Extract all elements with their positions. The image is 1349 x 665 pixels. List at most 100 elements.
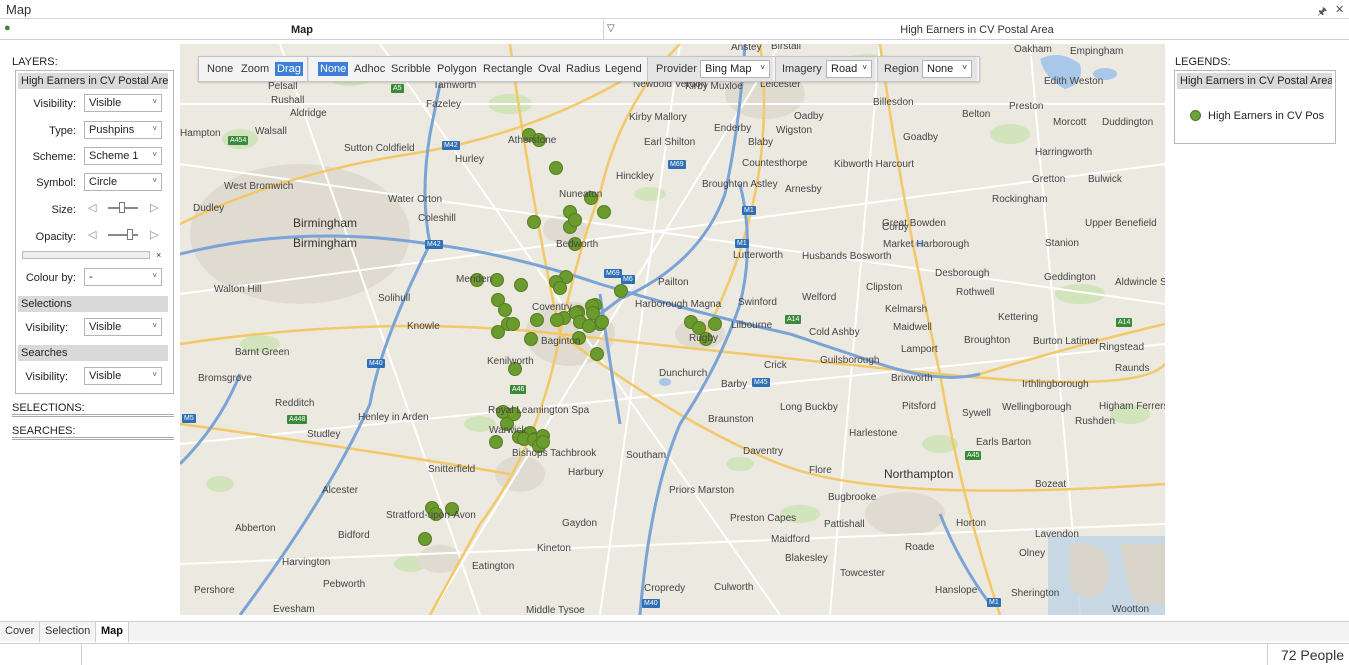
place-label: Guilsborough bbox=[820, 355, 880, 366]
selections-divider bbox=[12, 414, 174, 417]
place-label: Flore bbox=[809, 465, 832, 476]
pushpin-marker[interactable] bbox=[582, 319, 596, 333]
road-shield: M42 bbox=[442, 141, 460, 150]
draw-oval-button[interactable]: Oval bbox=[536, 62, 563, 76]
road-shield: M69 bbox=[668, 160, 686, 169]
place-label: Arnesby bbox=[785, 184, 822, 195]
place-label: Rugby bbox=[689, 333, 718, 344]
pushpin-marker[interactable] bbox=[595, 315, 609, 329]
scheme-dropdown[interactable]: Scheme 1 ˅ bbox=[84, 147, 162, 165]
place-label: Pershore bbox=[194, 585, 235, 596]
pushpin-marker[interactable] bbox=[530, 313, 544, 327]
place-label: Dudley bbox=[193, 203, 225, 214]
clear-icon[interactable]: × bbox=[156, 250, 161, 260]
pushpin-marker[interactable] bbox=[708, 317, 722, 331]
place-label: Anstey bbox=[731, 44, 762, 53]
type-dropdown[interactable]: Pushpins ˅ bbox=[84, 121, 162, 139]
nav-none-button[interactable]: None bbox=[205, 62, 235, 76]
place-label: Coleshill bbox=[418, 213, 456, 224]
pushpin-marker[interactable] bbox=[514, 278, 528, 292]
provider-group: Provider Bing Map ˅ bbox=[647, 57, 773, 81]
draw-polygon-button[interactable]: Polygon bbox=[435, 62, 479, 76]
size-decrease-icon[interactable]: ◁ bbox=[88, 201, 96, 214]
place-label: Bulwick bbox=[1088, 174, 1122, 185]
pushpin-marker[interactable] bbox=[418, 532, 432, 546]
pushpin-marker[interactable] bbox=[527, 215, 541, 229]
pushpin-marker[interactable] bbox=[490, 273, 504, 287]
pushpin-marker[interactable] bbox=[489, 435, 503, 449]
place-label: Burton Latimer bbox=[1033, 336, 1099, 347]
size-increase-icon[interactable]: ▷ bbox=[150, 201, 158, 214]
selections-visibility-dropdown[interactable]: Visible ˅ bbox=[84, 318, 162, 336]
size-slider-thumb[interactable] bbox=[119, 202, 125, 213]
pushpin-marker[interactable] bbox=[536, 435, 550, 449]
pushpin-marker[interactable] bbox=[568, 213, 582, 227]
pushpin-marker[interactable] bbox=[491, 325, 505, 339]
searches-visibility-label: Visibility: bbox=[25, 371, 68, 383]
pushpin-marker[interactable] bbox=[553, 281, 567, 295]
map-toolbar: None Zoom Drag None Adhoc Scribble Polyg… bbox=[198, 56, 980, 82]
draw-radius-button[interactable]: Radius bbox=[564, 62, 602, 76]
searches-header[interactable]: Searches bbox=[18, 345, 168, 361]
draw-legend-button[interactable]: Legend bbox=[603, 62, 644, 76]
place-label: Enderby bbox=[714, 123, 752, 134]
tab-map[interactable]: Map bbox=[96, 622, 129, 642]
place-label: Kirby Mallory bbox=[629, 112, 687, 123]
sheet-tab-bar: Cover Selection Map bbox=[0, 621, 1349, 642]
place-label: Preston Capes bbox=[730, 513, 797, 524]
road-shield: M5 bbox=[182, 414, 196, 423]
pushpin-marker[interactable] bbox=[597, 205, 611, 219]
imagery-dropdown[interactable]: Road ˅ bbox=[826, 60, 872, 78]
tab-cover[interactable]: Cover bbox=[0, 622, 41, 642]
colour-by-dropdown[interactable]: - ˅ bbox=[84, 268, 162, 286]
symbol-dropdown[interactable]: Circle ˅ bbox=[84, 173, 162, 191]
place-label: Kineton bbox=[537, 543, 571, 554]
pushpin-marker[interactable] bbox=[550, 313, 564, 327]
place-label: Redditch bbox=[275, 398, 315, 409]
draw-scribble-button[interactable]: Scribble bbox=[389, 62, 433, 76]
map-canvas[interactable]: Birmingham Birmingham Coventry Rugby Nun… bbox=[180, 44, 1165, 615]
place-label: Sherington bbox=[1011, 588, 1060, 599]
pushpin-marker[interactable] bbox=[549, 161, 563, 175]
selections-header[interactable]: Selections bbox=[18, 296, 168, 312]
place-label: Olney bbox=[1019, 548, 1046, 559]
pushpin-marker[interactable] bbox=[524, 332, 538, 346]
opacity-slider-thumb[interactable] bbox=[127, 229, 133, 240]
searches-visibility-dropdown[interactable]: Visible ˅ bbox=[84, 367, 162, 385]
pushpin-marker[interactable] bbox=[506, 317, 520, 331]
layer-name-header[interactable]: High Earners in CV Postal Area bbox=[18, 73, 168, 89]
draw-none-button[interactable]: None bbox=[318, 62, 349, 76]
legends-title: LEGENDS: bbox=[1175, 56, 1231, 68]
draw-rectangle-button[interactable]: Rectangle bbox=[481, 62, 535, 76]
place-label: Empingham bbox=[1070, 46, 1124, 57]
close-icon[interactable]: ✕ bbox=[1335, 3, 1344, 16]
opacity-decrease-icon[interactable]: ◁ bbox=[88, 228, 96, 241]
place-label: Goadby bbox=[903, 132, 939, 143]
selections-title: SELECTIONS: bbox=[12, 402, 85, 414]
place-label: Earls Barton bbox=[976, 437, 1032, 448]
place-label: Oakham bbox=[1014, 44, 1052, 55]
pushpin-marker[interactable] bbox=[590, 347, 604, 361]
road-shield: M6 bbox=[621, 275, 635, 284]
opacity-increase-icon[interactable]: ▷ bbox=[150, 228, 158, 241]
provider-dropdown[interactable]: Bing Map ˅ bbox=[700, 60, 770, 78]
map-pane-header[interactable]: ● Map bbox=[0, 20, 604, 40]
layer-pane-title: High Earners in CV Postal Area bbox=[900, 24, 1054, 36]
status-bar: 72 People bbox=[0, 643, 1349, 665]
draw-adhoc-button[interactable]: Adhoc bbox=[352, 62, 387, 76]
chevron-down-icon: ˅ bbox=[152, 176, 157, 185]
place-label: Birmingham bbox=[293, 236, 358, 250]
visibility-dropdown[interactable]: Visible ˅ bbox=[84, 94, 162, 112]
nav-drag-button[interactable]: Drag bbox=[275, 62, 303, 76]
tab-selection[interactable]: Selection bbox=[40, 622, 97, 642]
pushpin-marker[interactable] bbox=[614, 284, 628, 298]
size-slider-track[interactable] bbox=[108, 202, 138, 213]
place-label: Evesham bbox=[273, 604, 315, 615]
pushpin-marker[interactable] bbox=[498, 303, 512, 317]
opacity-slider-track[interactable] bbox=[108, 229, 138, 240]
nav-zoom-button[interactable]: Zoom bbox=[239, 62, 271, 76]
place-label: Irthlingborough bbox=[1022, 379, 1089, 390]
region-dropdown[interactable]: None ˅ bbox=[922, 60, 972, 78]
place-label: Great Bowden bbox=[882, 218, 946, 229]
place-label: Middle Tysoe bbox=[526, 605, 585, 615]
